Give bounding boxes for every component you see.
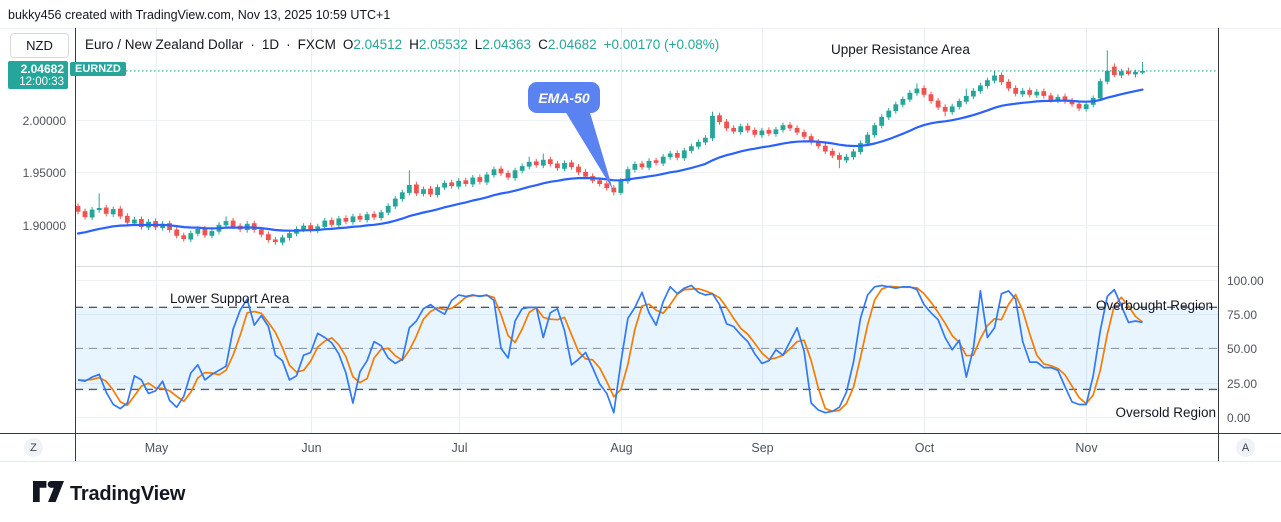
x-axis-label: Oct bbox=[915, 441, 935, 455]
tradingview-logo[interactable]: TradingView bbox=[33, 481, 185, 507]
x-axis-label: Aug bbox=[610, 441, 632, 455]
x-axis-label: Jun bbox=[301, 441, 321, 455]
oscillator-axis-label: 75.00 bbox=[1227, 308, 1257, 322]
price-axis-label: 1.90000 bbox=[23, 219, 67, 233]
oscillator-axis-label: 100.00 bbox=[1227, 274, 1264, 288]
change-value: +0.00170 (+0.08%) bbox=[604, 37, 720, 52]
chart-legend: Euro / New Zealand Dollar · 1D · FXCM O2… bbox=[85, 37, 719, 52]
price-axis-label: 1.95000 bbox=[23, 166, 67, 180]
oscillator-axis-label: 50.00 bbox=[1227, 342, 1257, 356]
high-value: H2.05532 bbox=[409, 37, 468, 52]
last-price-badge: 2.04682 12:00:33 bbox=[8, 61, 68, 89]
timezone-button[interactable]: Z bbox=[24, 438, 43, 457]
x-axis-label: Jul bbox=[452, 441, 468, 455]
x-axis-label: May bbox=[145, 441, 169, 455]
attribution-text: bukky456 created with TradingView.com, N… bbox=[8, 8, 390, 22]
legend-separator: · bbox=[250, 37, 255, 52]
price-and-oscillator-chart[interactable]: May Jun Jul Aug Sep Oct Nov 2.00000 1.95000 1.900… bbox=[0, 0, 1281, 522]
x-axis-label: Nov bbox=[1075, 441, 1098, 455]
price-axis-label: 2.00000 bbox=[23, 114, 67, 128]
exchange-label: FXCM bbox=[298, 37, 336, 52]
close-value: C2.04682 bbox=[538, 37, 597, 52]
legend-separator: · bbox=[286, 37, 291, 52]
open-value: O2.04512 bbox=[343, 37, 402, 52]
oversold-region-annotation: Oversold Region bbox=[1115, 405, 1216, 420]
bar-countdown: 12:00:33 bbox=[19, 76, 64, 89]
low-value: L2.04363 bbox=[475, 37, 531, 52]
oscillator-axis-label: 25.00 bbox=[1227, 377, 1257, 391]
tradingview-logo-text: TradingView bbox=[70, 483, 185, 506]
last-price-value: 2.04682 bbox=[21, 62, 64, 76]
upper-resistance-annotation: Upper Resistance Area bbox=[831, 42, 970, 57]
ema50-callout-label: EMA-50 bbox=[528, 82, 600, 113]
interval-label[interactable]: 1D bbox=[262, 37, 279, 52]
x-axis-label: Sep bbox=[751, 441, 773, 455]
oscillator-axis-label: 0.00 bbox=[1227, 411, 1251, 425]
symbol-title[interactable]: Euro / New Zealand Dollar bbox=[85, 37, 243, 52]
auto-scale-button[interactable]: A bbox=[1236, 438, 1255, 457]
overbought-region-annotation: Overbought Region bbox=[1096, 298, 1213, 313]
lower-support-annotation: Lower Support Area bbox=[170, 291, 289, 306]
quote-currency-box: NZD bbox=[10, 33, 69, 58]
symbol-badge: EURNZD bbox=[70, 62, 126, 76]
tradingview-logo-icon bbox=[33, 481, 64, 507]
